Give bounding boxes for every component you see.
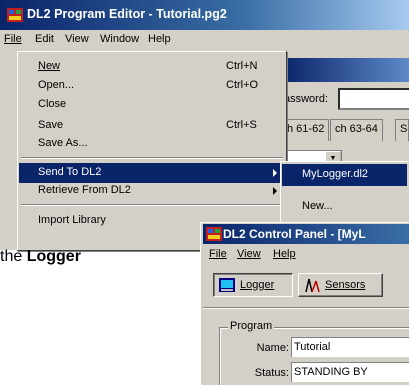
program-group-label: Program <box>228 320 275 332</box>
program-status-field: STANDING BY <box>291 362 409 382</box>
menu-item-send-to-dl2-label: Send To DL2 <box>38 166 102 178</box>
program-status-label: Status: <box>254 367 289 379</box>
cp-menu-view-label: View <box>237 248 261 260</box>
window-title: DL2 Program Editor - Tutorial.pg2 <box>27 7 227 21</box>
child-window-titlebar <box>282 58 409 82</box>
tab-channel-61-62[interactable]: h 61-62 <box>282 119 330 141</box>
dl2-app-icon <box>206 227 222 241</box>
menu-item-new[interactable]: New Ctrl+N <box>19 57 285 77</box>
menu-item-send-to-dl2[interactable]: Send To DL2 <box>19 163 285 183</box>
password-input[interactable] <box>338 88 409 110</box>
instruction-caption: the Logger <box>0 248 81 266</box>
cp-menu-help-label: Help <box>273 248 296 260</box>
tab-channel-s-label: S <box>400 123 408 135</box>
tab-channel-61-62-label: h 61-62 <box>287 123 325 135</box>
submenu-item-mylogger[interactable]: MyLogger.dl2 <box>282 164 407 186</box>
menu-edit[interactable]: Edit <box>35 33 54 45</box>
sensors-icon <box>305 278 320 293</box>
control-panel-title: DL2 Control Panel - [MyL <box>223 227 366 241</box>
menu-item-new-shortcut: Ctrl+N <box>226 60 258 72</box>
logger-icon <box>219 278 235 292</box>
menu-item-new-label: New <box>38 60 60 72</box>
send-to-dl2-submenu: MyLogger.dl2 New... <box>280 161 409 225</box>
menu-item-open-shortcut: Ctrl+O <box>226 79 259 91</box>
dl2-app-icon <box>7 8 23 22</box>
menu-view-label: View <box>65 33 89 45</box>
password-label: assword: <box>284 93 329 105</box>
cp-menu-help[interactable]: Help <box>273 248 296 260</box>
menu-item-save[interactable]: Save Ctrl+S <box>19 116 285 136</box>
control-panel-titlebar[interactable]: DL2 Control Panel - [MyL <box>203 224 409 244</box>
menu-item-close[interactable]: Close <box>19 95 285 115</box>
toolbar-separator <box>203 307 409 309</box>
logger-label-text: Logger <box>240 279 275 291</box>
control-panel-toolbar: Logger Sensors <box>203 267 409 299</box>
menu-item-retrieve-from-dl2-label: Retrieve From DL2 <box>38 184 131 196</box>
menu-item-save-shortcut: Ctrl+S <box>226 119 257 131</box>
logger-button[interactable]: Logger <box>213 273 293 297</box>
menu-file[interactable]: File <box>4 33 22 45</box>
submenu-item-new-label: New... <box>302 200 333 212</box>
file-menu-dropdown: New Ctrl+N Open... Ctrl+O Close Save Ctr… <box>16 50 286 250</box>
menu-window-label: Window <box>100 33 140 45</box>
menu-edit-label: Edit <box>35 33 54 45</box>
menu-item-retrieve-from-dl2[interactable]: Retrieve From DL2 <box>19 181 285 201</box>
tab-channel-s[interactable]: S <box>395 119 409 141</box>
submenu-arrow-icon <box>273 169 277 177</box>
menu-item-open-label: Open... <box>38 79 75 91</box>
menu-help-label: Help <box>148 33 171 45</box>
logger-button-label: Logger <box>240 279 274 291</box>
menu-file-label: File <box>4 33 22 45</box>
cp-menu-file[interactable]: File <box>209 248 227 260</box>
menu-separator <box>21 157 283 159</box>
menu-window[interactable]: Window <box>100 33 139 45</box>
control-panel-window: DL2 Control Panel - [MyL File View Help … <box>200 222 409 385</box>
submenu-arrow-icon <box>273 187 277 195</box>
cp-menu-view[interactable]: View <box>237 248 261 260</box>
menu-item-save-label: Save <box>38 119 64 131</box>
control-panel-menu-bar: File View Help <box>203 245 409 265</box>
program-name-field: Tutorial <box>291 337 409 357</box>
submenu-item-mylogger-label: MyLogger.dl2 <box>302 168 369 180</box>
menu-item-save-as-label: Save As... <box>38 137 88 149</box>
sensors-label-text: Sensors <box>325 279 366 291</box>
menu-help[interactable]: Help <box>148 33 171 45</box>
program-editor-titlebar[interactable]: DL2 Program Editor - Tutorial.pg2 <box>0 0 409 30</box>
menu-item-import-library-label: Import Library <box>38 214 106 226</box>
caption-bold-word: Logger <box>26 248 81 265</box>
menu-bar: File Edit View Window Help <box>0 30 409 50</box>
submenu-item-new[interactable]: New... <box>282 196 407 218</box>
tab-channel-63-64[interactable]: ch 63-64 <box>330 119 383 141</box>
new-label-text: New <box>38 60 61 72</box>
menu-item-close-label: Close <box>38 98 67 110</box>
menu-item-open[interactable]: Open... Ctrl+O <box>19 76 285 96</box>
menu-separator <box>21 204 283 206</box>
menu-view[interactable]: View <box>65 33 89 45</box>
menu-item-save-as[interactable]: Save As... <box>19 134 285 154</box>
program-name-label: Name: <box>256 342 289 354</box>
tab-channel-63-64-label: ch 63-64 <box>335 123 378 135</box>
caption-prefix: the <box>0 248 23 265</box>
sensors-button[interactable]: Sensors <box>298 273 383 297</box>
sensors-button-label: Sensors <box>325 279 365 291</box>
cp-menu-file-label: File <box>209 248 227 260</box>
